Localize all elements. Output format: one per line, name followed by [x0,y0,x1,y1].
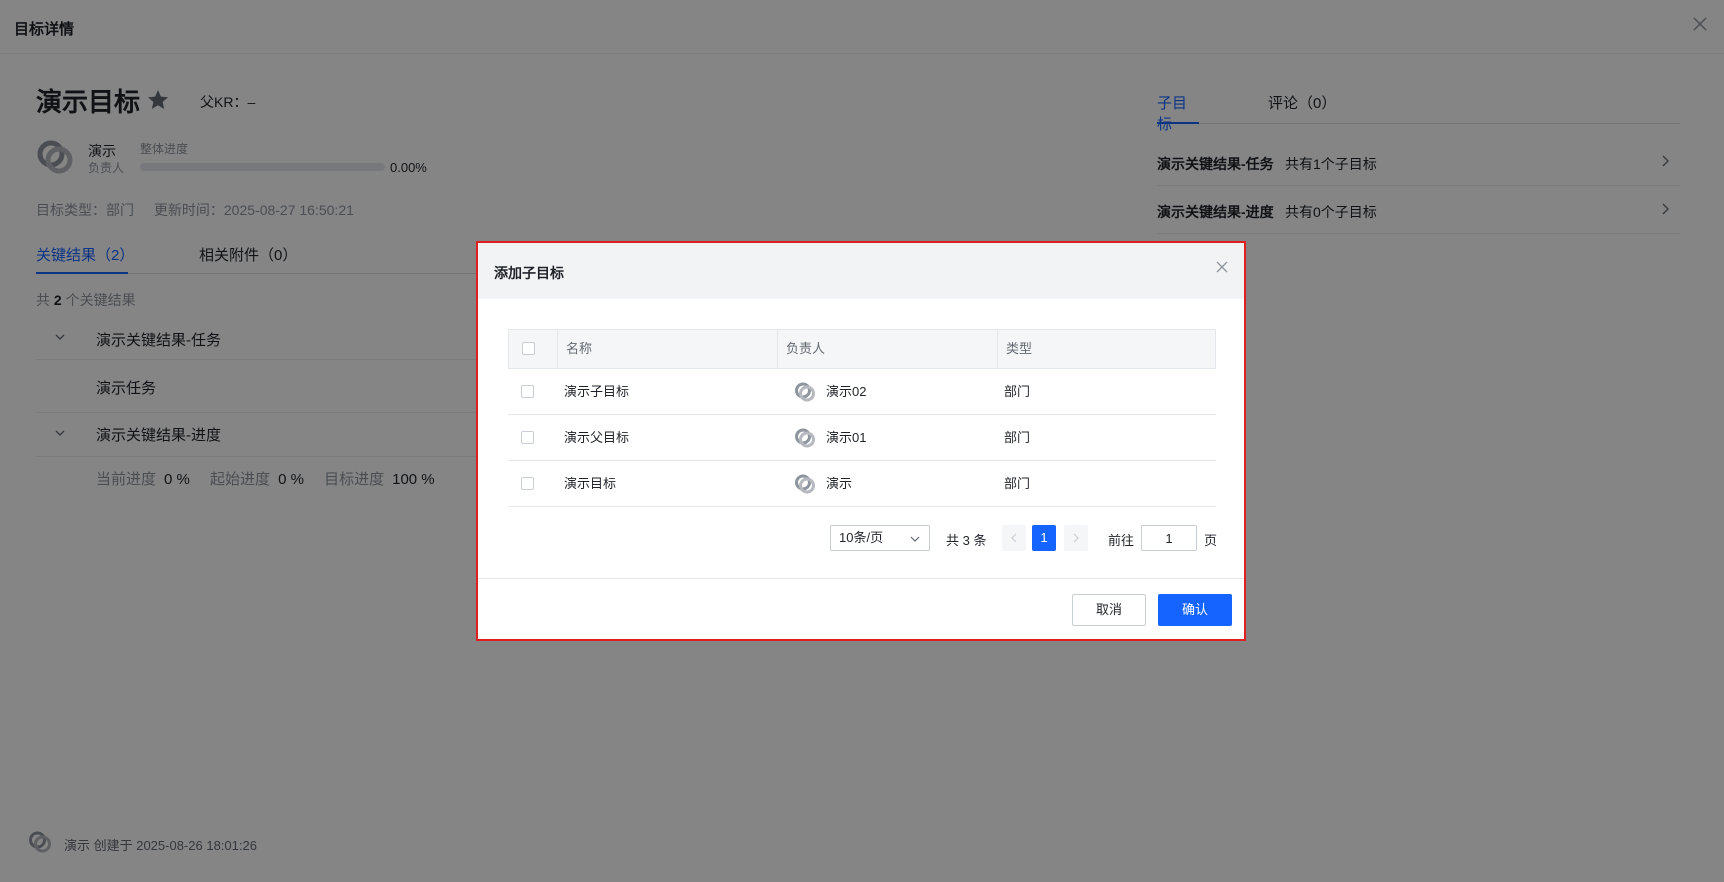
page-size-value: 10条/页 [839,530,884,545]
column-type: 类型 [997,330,1215,368]
table-row[interactable]: 演示父目标 演示01 部门 [508,415,1216,461]
goto-page-input[interactable] [1141,525,1197,551]
pagination: 10条/页 共 3 条 1 前往 页 [478,525,1218,551]
row-checkbox[interactable] [521,385,534,398]
row-owner-name: 演示02 [826,384,867,399]
goto-label: 前往 [1108,533,1135,548]
row-owner: 演示 [786,461,996,507]
page-size-select[interactable]: 10条/页 [830,525,930,551]
prev-page-button[interactable] [1002,525,1026,551]
target-table: 名称 负责人 类型 演示子目标 演示02 部门 演示父目标 演示01 部门 演示… [508,329,1216,507]
avatar-icon [795,428,815,448]
chevron-down-icon [910,536,920,542]
cancel-button[interactable]: 取消 [1072,594,1146,626]
chevron-right-icon [1073,533,1079,543]
row-checkbox[interactable] [521,477,534,490]
select-all-checkbox[interactable] [522,342,535,355]
avatar-icon [795,474,815,494]
row-type: 部门 [1004,430,1031,445]
row-owner: 演示02 [786,369,996,415]
row-owner-name: 演示01 [826,430,867,445]
row-owner-name: 演示 [826,476,853,491]
dialog-title: 添加子目标 [494,265,564,281]
table-row[interactable]: 演示子目标 演示02 部门 [508,369,1216,415]
table-row[interactable]: 演示目标 演示 部门 [508,461,1216,507]
total-count: 共 3 条 [946,533,987,548]
row-name: 演示目标 [564,476,617,491]
row-type: 部门 [1004,384,1031,399]
column-owner: 负责人 [777,330,997,368]
close-icon[interactable] [1214,259,1230,275]
dialog-footer-divider [478,578,1244,579]
header-select-cell [509,330,557,368]
dialog-header: 添加子目标 [478,243,1244,299]
row-checkbox[interactable] [521,431,534,444]
row-owner: 演示01 [786,415,996,461]
row-name: 演示父目标 [564,430,630,445]
column-name: 名称 [557,330,777,368]
row-type: 部门 [1004,476,1031,491]
page-number-current[interactable]: 1 [1032,525,1056,551]
add-sub-target-dialog: 添加子目标 名称 负责人 类型 演示子目标 演示02 部门 演示父目标 演示01… [476,241,1246,641]
next-page-button[interactable] [1064,525,1088,551]
goto-suffix: 页 [1204,533,1218,548]
table-header: 名称 负责人 类型 [508,329,1216,369]
row-name: 演示子目标 [564,384,630,399]
chevron-left-icon [1011,533,1017,543]
avatar-icon [795,382,815,402]
confirm-button[interactable]: 确认 [1158,594,1232,626]
